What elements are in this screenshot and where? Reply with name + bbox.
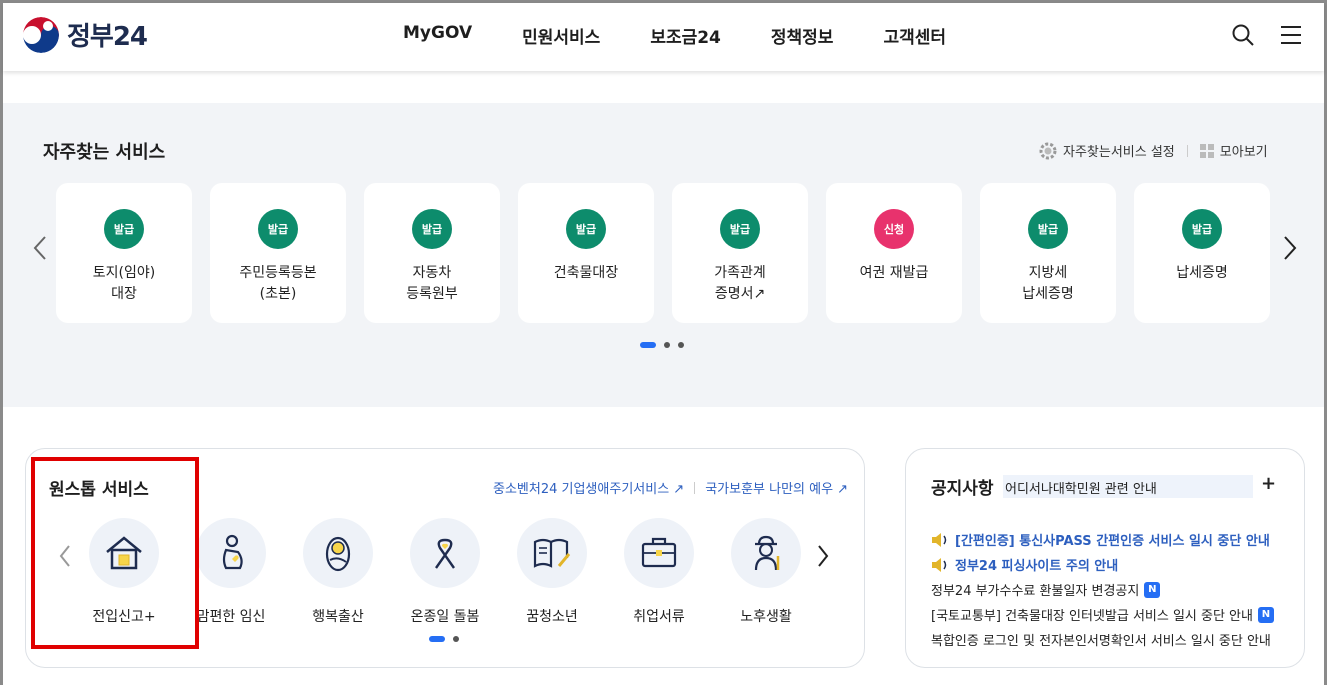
notice-item[interactable]: 정부24 피싱사이트 주의 안내 (931, 552, 1274, 577)
notice-item[interactable]: 복합인증 로그인 및 전자본인서명확인서 서비스 일시 중단 안내 (931, 627, 1274, 652)
briefcase-icon (624, 518, 694, 588)
notice-item-text: 복합인증 로그인 및 전자본인서명확인서 서비스 일시 중단 안내 (931, 634, 1271, 649)
service-card[interactable]: 발급 건축물대장 (518, 183, 654, 323)
service-card[interactable]: 발급 토지(임야) 대장 (56, 183, 192, 323)
service-card-label: 여권 재발급 (859, 265, 929, 281)
speaker-icon (932, 557, 947, 572)
next-arrow-icon[interactable] (1283, 235, 1297, 268)
divider (1186, 144, 1188, 157)
divider (694, 481, 696, 494)
issue-badge: 발급 (412, 209, 452, 249)
notice-title: 공지사항 (931, 479, 994, 499)
search-icon[interactable] (1231, 23, 1255, 51)
veterans-link[interactable]: 국가보훈부 나만의 예우 ↗ (705, 478, 848, 497)
pagination-dot-active[interactable] (640, 342, 656, 348)
pregnancy-icon (196, 518, 266, 588)
pagination-dot[interactable] (678, 342, 684, 348)
service-card[interactable]: 신청 여권 재발급 (826, 183, 962, 323)
highlight-box (31, 457, 199, 649)
onestop-item-label: 행복출산 (312, 609, 364, 625)
issue-badge: 발급 (104, 209, 144, 249)
service-card-label: 지방세 납세증명 (1022, 265, 1074, 302)
nav-subsidy[interactable]: 보조금24 (650, 23, 721, 48)
logo[interactable]: 정부24 (23, 16, 148, 53)
onestop-item-employment[interactable]: 취업서류 (604, 518, 714, 626)
notice-item-text: [간편인증] 통신사PASS 간편인증 서비스 일시 중단 안내 (955, 534, 1270, 549)
service-card-label: 주민등록등본 (초본) (239, 265, 317, 302)
site-header: 정부24 MyGOV 민원서비스 보조금24 정책정보 고객센터 (3, 3, 1324, 71)
service-card-label: 자동차 등록원부 (406, 265, 458, 302)
nav-mygov[interactable]: MyGOV (403, 23, 472, 48)
issue-badge: 발급 (566, 209, 606, 249)
taegeuk-logo-icon (23, 16, 59, 53)
notice-more-plus-icon[interactable]: + (1261, 473, 1276, 494)
baby-icon (303, 518, 373, 588)
onestop-item-care[interactable]: 온종일 돌봄 (390, 518, 500, 626)
open-book-icon (517, 518, 587, 588)
carousel-pagination (640, 342, 684, 348)
new-badge: N (1257, 606, 1274, 623)
onestop-item-birth[interactable]: 행복출산 (283, 518, 393, 626)
onestop-item-label: 취업서류 (633, 609, 685, 625)
issue-badge: 발급 (720, 209, 760, 249)
notice-item-text: [국토교통부] 건축물대장 인터넷발급 서비스 일시 중단 안내 (931, 609, 1253, 624)
elder-icon (731, 518, 801, 588)
notice-item[interactable]: 정부24 부가수수료 환불일자 변경공지 N (931, 577, 1274, 602)
new-badge: N (1144, 581, 1161, 598)
onestop-item-label: 꿈청소년 (526, 609, 578, 625)
service-card-label: 가족관계 증명서↗ (714, 265, 766, 302)
frequent-settings-label: 자주찾는서비스 설정 (1063, 145, 1175, 160)
notice-item[interactable]: [국토교통부] 건축물대장 인터넷발급 서비스 일시 중단 안내 N (931, 602, 1274, 627)
grid-icon (1199, 143, 1214, 158)
frequent-services-links: 자주찾는서비스 설정 모아보기 (1039, 141, 1268, 160)
onestop-item-label: 온종일 돌봄 (410, 609, 480, 625)
issue-badge: 발급 (1028, 209, 1068, 249)
service-card[interactable]: 발급 가족관계 증명서↗ (672, 183, 808, 323)
service-card-label: 토지(임야) 대장 (92, 265, 156, 302)
service-card[interactable]: 발급 주민등록등본 (초본) (210, 183, 346, 323)
menu-icon[interactable] (1279, 23, 1303, 51)
frequent-settings-link[interactable]: 자주찾는서비스 설정 (1039, 141, 1175, 160)
ribbon-heart-icon (410, 518, 480, 588)
issue-badge: 발급 (1182, 209, 1222, 249)
onestop-item-label: 맘편한 임신 (196, 609, 266, 625)
apply-badge: 신청 (874, 209, 914, 249)
notice-ticker[interactable]: 어디서나대학민원 관련 안내 (1003, 475, 1253, 498)
frequent-services-title: 자주찾는 서비스 (43, 142, 166, 163)
notice-list: [간편인증] 통신사PASS 간편인증 서비스 일시 중단 안내 정부24 피싱… (931, 527, 1274, 652)
main-nav: MyGOV 민원서비스 보조금24 정책정보 고객센터 (403, 23, 996, 48)
collect-view-link[interactable]: 모아보기 (1199, 141, 1268, 160)
onestop-links: 중소벤처24 기업생애주기서비스 ↗ 국가보훈부 나만의 예우 ↗ (493, 478, 848, 497)
notice-item-text: 정부24 피싱사이트 주의 안내 (955, 559, 1119, 574)
pagination-dot[interactable] (664, 342, 670, 348)
issue-badge: 발급 (258, 209, 298, 249)
notice-item[interactable]: [간편인증] 통신사PASS 간편인증 서비스 일시 중단 안내 (931, 527, 1274, 552)
logo-text: 정부24 (67, 22, 148, 52)
onestop-item-label: 노후생활 (740, 609, 792, 625)
onestop-pagination (429, 636, 459, 642)
nav-civil-service[interactable]: 민원서비스 (522, 23, 600, 48)
pagination-dot-active[interactable] (429, 636, 445, 642)
service-card[interactable]: 발급 지방세 납세증명 (980, 183, 1116, 323)
service-card[interactable]: 발급 자동차 등록원부 (364, 183, 500, 323)
prev-arrow-icon[interactable] (33, 235, 47, 268)
service-card[interactable]: 발급 납세증명 (1134, 183, 1270, 323)
nav-customer-center[interactable]: 고객센터 (883, 23, 946, 48)
top-spacer (3, 71, 1324, 103)
pagination-dot[interactable] (453, 636, 459, 642)
notice-item-text: 정부24 부가수수료 환불일자 변경공지 (931, 584, 1140, 599)
speaker-icon (932, 532, 947, 547)
service-card-label: 건축물대장 (553, 265, 619, 281)
service-card-label: 납세증명 (1176, 265, 1228, 281)
onestop-item-retirement[interactable]: 노후생활 (711, 518, 821, 626)
nav-policy[interactable]: 정책정보 (771, 23, 834, 48)
onestop-item-youth[interactable]: 꿈청소년 (497, 518, 607, 626)
gear-icon (1039, 142, 1057, 159)
collect-view-label: 모아보기 (1219, 145, 1268, 160)
sme-lifecycle-link[interactable]: 중소벤처24 기업생애주기서비스 ↗ (493, 478, 684, 497)
